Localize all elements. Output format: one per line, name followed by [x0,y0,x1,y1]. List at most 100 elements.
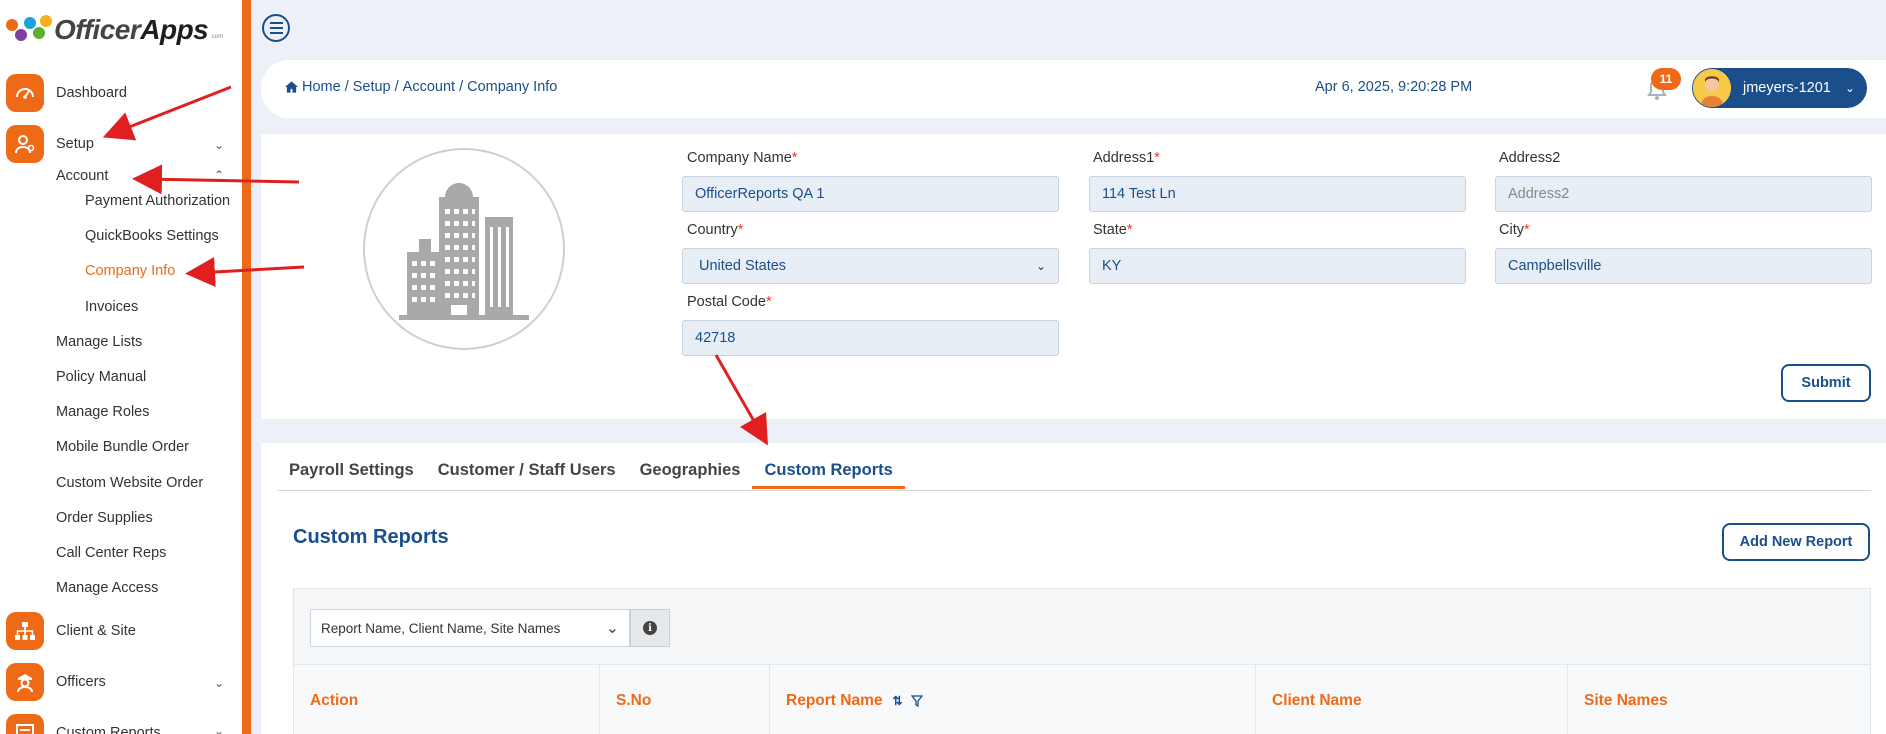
logo-domain: .com [210,34,224,40]
setup-user-gear-icon [6,125,44,163]
user-menu-button[interactable]: jmeyers-1201 ⌄ [1692,68,1867,108]
column-header-site-names[interactable]: Site Names [1568,665,1870,734]
sidebar-item-quickbooks-settings[interactable]: QuickBooks Settings [85,228,219,244]
menu-toggle-button[interactable] [262,14,290,42]
sidebar-item-account[interactable]: Account [56,168,108,184]
app-logo[interactable]: OfficerApps .com [6,10,223,50]
tab-custom-reports[interactable]: Custom Reports [752,461,905,489]
address1-field[interactable]: 114 Test Ln [1089,176,1466,212]
notification-badge[interactable]: 11 [1651,68,1681,90]
sidebar-item-payment-authorization[interactable]: Payment Authorization [85,193,230,209]
column-header-action[interactable]: Action [294,665,600,734]
logo-mark-icon [6,13,52,47]
breadcrumb-separator: / [394,79,399,95]
user-name: jmeyers-1201 [1743,80,1831,96]
hamburger-icon-line [269,27,283,29]
home-icon [285,81,298,93]
hamburger-icon-line [269,22,283,24]
tab-geographies[interactable]: Geographies [628,461,753,489]
sidebar-item-dashboard[interactable]: Dashboard [6,74,127,112]
chevron-down-icon: ⌄ [605,620,619,637]
officer-icon [6,663,44,701]
company-info-panel: Company Name* OfficerReports QA 1 Addres… [261,134,1886,419]
tab-customer-staff-users[interactable]: Customer / Staff Users [426,461,628,489]
address1-label: Address1* [1093,150,1160,166]
country-select-value: United States [699,258,787,274]
sidebar-item-call-center-reps[interactable]: Call Center Reps [56,545,166,561]
sidebar-accent-bar [242,0,251,734]
org-chart-icon [6,612,44,650]
sidebar-item-order-supplies[interactable]: Order Supplies [56,510,153,526]
chevron-down-icon: ⌄ [1844,81,1855,95]
current-datetime: Apr 6, 2025, 9:20:28 PM [1315,79,1473,95]
sidebar-item-manage-lists[interactable]: Manage Lists [56,334,142,350]
tab-divider [277,490,1871,491]
column-header-report-name[interactable]: Report Name ⇅ [770,665,1256,734]
sidebar-item-label: Custom Reports [56,725,161,734]
city-field[interactable]: Campbellsville [1495,248,1872,284]
sidebar-item-company-info[interactable]: Company Info [85,263,175,279]
column-filter-select[interactable]: Report Name, Client Name, Site Names ⌄ [310,609,630,647]
country-select[interactable]: United States ⌄ [682,248,1059,284]
dashboard-gauge-icon [6,74,44,112]
grid-header-row: Action S.No Report Name ⇅ Client Name Si… [294,664,1870,734]
breadcrumb-separator: / [459,79,464,95]
breadcrumb-company-info: Company Info [467,79,558,95]
sidebar-item-label: Setup [56,136,94,152]
state-label: State* [1093,222,1133,238]
sidebar-item-label: Officers [56,674,106,690]
postal-code-label: Postal Code* [687,294,772,310]
chevron-down-icon[interactable]: ⌄ [214,724,224,734]
address2-label: Address2 [1499,150,1561,166]
sidebar-item-manage-access[interactable]: Manage Access [56,580,158,596]
breadcrumb: Home / Setup / Account / Company Info [285,79,557,95]
sidebar-item-client-site[interactable]: Client & Site [6,612,136,650]
info-icon: i [643,621,657,635]
breadcrumb-setup[interactable]: Setup [353,79,391,95]
chevron-down-icon: ⌄ [1035,259,1046,273]
chevron-up-icon[interactable]: ⌃ [214,168,224,182]
breadcrumb-home[interactable]: Home [302,79,341,95]
report-icon [6,714,44,734]
section-title: Custom Reports [293,526,449,548]
logo-text: OfficerApps [54,14,209,45]
sidebar-item-custom-website-order[interactable]: Custom Website Order [56,475,203,491]
filter-icon[interactable] [910,694,923,707]
sidebar-item-invoices[interactable]: Invoices [85,299,138,315]
info-button[interactable]: i [630,609,670,647]
sidebar-item-manage-roles[interactable]: Manage Roles [56,404,150,420]
sidebar-item-mobile-bundle-order[interactable]: Mobile Bundle Order [56,439,189,455]
chevron-down-icon[interactable]: ⌄ [214,138,224,152]
hamburger-icon-line [269,32,283,34]
column-header-client-name[interactable]: Client Name [1256,665,1568,734]
sidebar-item-custom-reports[interactable]: Custom Reports [6,714,161,734]
breadcrumb-account[interactable]: Account [403,79,455,95]
tab-payroll-settings[interactable]: Payroll Settings [289,461,426,489]
company-name-field[interactable]: OfficerReports QA 1 [682,176,1059,212]
sidebar-item-label: Dashboard [56,85,127,101]
reports-grid: Report Name, Client Name, Site Names ⌄ i… [293,588,1871,734]
sidebar-item-label: Client & Site [56,623,136,639]
building-icon [399,182,529,320]
country-label: Country* [687,222,744,238]
column-filter-value: Report Name, Client Name, Site Names [321,620,561,636]
sidebar-item-policy-manual[interactable]: Policy Manual [56,369,146,385]
top-header: Home / Setup / Account / Company Info Ap… [261,60,1886,118]
company-logo-upload[interactable] [363,148,565,350]
avatar [1693,69,1731,107]
city-label: City* [1499,222,1530,238]
sidebar-item-officers[interactable]: Officers [6,663,106,701]
sort-icon[interactable]: ⇅ [892,694,902,708]
sidebar: OfficerApps .com Dashboard Setup ⌄ Accou… [0,0,242,734]
column-header-sno[interactable]: S.No [600,665,770,734]
state-field[interactable]: KY [1089,248,1466,284]
submit-button[interactable]: Submit [1781,364,1871,402]
add-new-report-button[interactable]: Add New Report [1722,523,1870,561]
breadcrumb-separator: / [344,79,349,95]
postal-code-field[interactable]: 42718 [682,320,1059,356]
address2-field[interactable]: Address2 [1495,176,1872,212]
company-name-label: Company Name* [687,150,798,166]
tab-bar: Payroll Settings Customer / Staff Users … [289,461,905,489]
chevron-down-icon[interactable]: ⌄ [214,676,224,690]
sidebar-item-setup[interactable]: Setup [6,125,94,163]
